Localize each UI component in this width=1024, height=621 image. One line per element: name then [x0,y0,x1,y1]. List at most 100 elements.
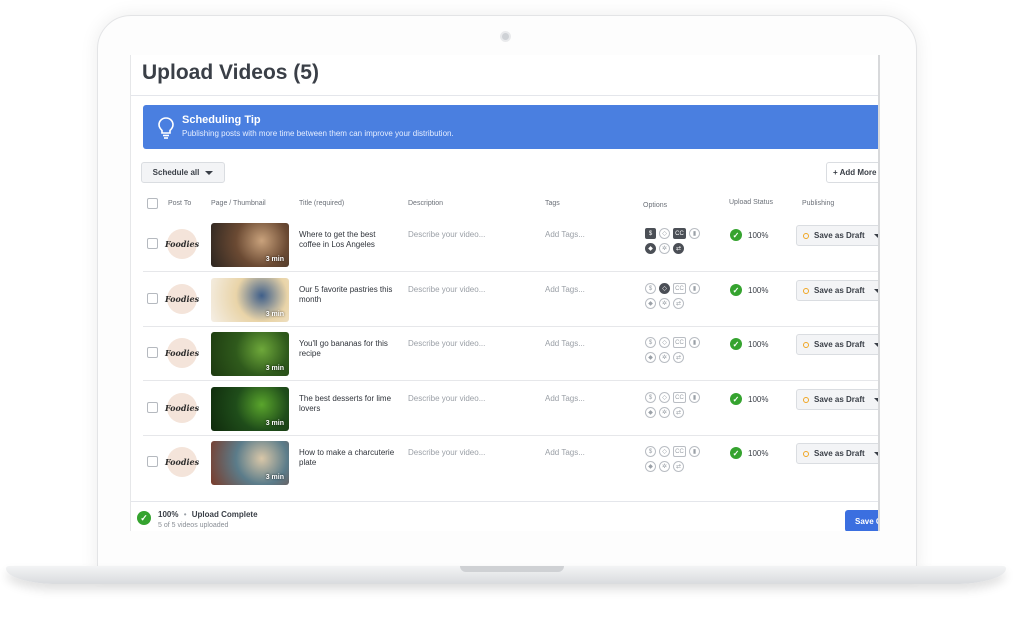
row-checkbox[interactable] [147,456,158,467]
shield-icon[interactable]: ◇ [659,228,670,239]
upload-percent: 100% [748,339,769,349]
monetize-icon[interactable]: $ [645,228,656,239]
video-thumbnail[interactable]: 3 min [211,441,289,485]
save-changes-label: Save Changes [855,516,878,526]
tag-icon[interactable]: ◆ [645,352,656,363]
video-thumbnail[interactable]: 3 min [211,332,289,376]
footer-separator: • [183,510,187,519]
options-group: $ ◇ CC ▮ ◆ ✲ ⇄ [645,392,700,424]
shield-icon[interactable]: ◇ [659,337,670,348]
lightbulb-icon [158,117,174,139]
column-upload-status: Upload Status [729,199,773,206]
upload-percent: 100% [748,285,769,295]
save-changes-button[interactable]: Save Changes [845,510,878,531]
settings-icon[interactable]: ✲ [659,352,670,363]
settings-icon[interactable]: ✲ [659,243,670,254]
settings-icon[interactable]: ✲ [659,298,670,309]
shield-icon[interactable]: ◇ [659,392,670,403]
page-avatar[interactable]: Foodies [165,393,199,423]
upload-status: ✓ 100% [730,447,768,459]
monetize-icon[interactable]: $ [645,337,656,348]
monetize-icon[interactable]: $ [645,392,656,403]
description-input[interactable]: Describe your video... [408,394,485,403]
column-page-thumbnail: Page / Thumbnail [211,200,266,207]
save-as-draft-dropdown[interactable]: Save as Draft [796,334,878,355]
page-avatar[interactable]: Foodies [165,338,199,368]
tag-icon[interactable]: ◆ [645,298,656,309]
tags-input[interactable]: Add Tags... [545,285,585,294]
video-title[interactable]: Where to get the best coffee in Los Ange… [299,230,395,250]
insights-icon[interactable]: ▮ [689,446,700,457]
shield-icon[interactable]: ◇ [659,446,670,457]
tag-icon[interactable]: ◆ [645,461,656,472]
monetize-icon[interactable]: $ [645,283,656,294]
options-group: $ ◇ CC ▮ ◆ ✲ ⇄ [645,228,700,260]
video-thumbnail[interactable]: 3 min [211,387,289,431]
crosspost-icon[interactable]: ⇄ [673,407,684,418]
video-duration: 3 min [265,311,284,318]
insights-icon[interactable]: ▮ [689,337,700,348]
select-all-checkbox[interactable] [147,198,158,209]
video-thumbnail[interactable]: 3 min [211,278,289,322]
settings-icon[interactable]: ✲ [659,461,670,472]
upload-status: ✓ 100% [730,338,768,350]
captions-icon[interactable]: CC [673,337,686,348]
row-checkbox[interactable] [147,347,158,358]
tags-input[interactable]: Add Tags... [545,448,585,457]
video-title[interactable]: How to make a charcuterie plate [299,448,395,468]
description-input[interactable]: Describe your video... [408,448,485,457]
page-avatar[interactable]: Foodies [165,447,199,477]
insights-icon[interactable]: ▮ [689,283,700,294]
row-checkbox[interactable] [147,402,158,413]
video-duration: 3 min [265,256,284,263]
save-as-draft-dropdown[interactable]: Save as Draft [796,443,878,464]
row-checkbox[interactable] [147,238,158,249]
check-icon: ✓ [730,338,742,350]
check-icon: ✓ [730,284,742,296]
page-avatar[interactable]: Foodies [165,284,199,314]
crosspost-icon[interactable]: ⇄ [673,461,684,472]
monetize-icon[interactable]: $ [645,446,656,457]
video-title[interactable]: The best desserts for lime lovers [299,394,395,414]
table-row: Foodies 3 min Where to get the best coff… [143,218,878,272]
save-as-draft-dropdown[interactable]: Save as Draft [796,225,878,246]
options-group: $ ◇ CC ▮ ◆ ✲ ⇄ [645,283,700,315]
captions-icon[interactable]: CC [673,392,686,403]
save-as-draft-dropdown[interactable]: Save as Draft [796,280,878,301]
description-input[interactable]: Describe your video... [408,285,485,294]
crosspost-icon[interactable]: ⇄ [673,243,684,254]
captions-icon[interactable]: CC [673,446,686,457]
description-input[interactable]: Describe your video... [408,230,485,239]
page-avatar[interactable]: Foodies [165,229,199,259]
chevron-down-icon [205,170,214,175]
footer-status-text: Upload Complete [191,510,258,519]
tags-input[interactable]: Add Tags... [545,230,585,239]
video-title[interactable]: Our 5 favorite pastries this month [299,285,395,305]
description-input[interactable]: Describe your video... [408,339,485,348]
schedule-all-button[interactable]: Schedule all [141,162,225,183]
row-checkbox[interactable] [147,293,158,304]
video-thumbnail[interactable]: 3 min [211,223,289,267]
add-more-label: + Add More [833,168,877,177]
tags-input[interactable]: Add Tags... [545,394,585,403]
crosspost-icon[interactable]: ⇄ [673,298,684,309]
check-icon: ✓ [730,393,742,405]
add-more-button[interactable]: + Add More [826,162,878,183]
settings-icon[interactable]: ✲ [659,407,670,418]
insights-icon[interactable]: ▮ [689,392,700,403]
captions-icon[interactable]: CC [673,283,686,294]
save-as-draft-dropdown[interactable]: Save as Draft [796,389,878,410]
video-title[interactable]: You'll go bananas for this recipe [299,339,395,359]
captions-icon[interactable]: CC [673,228,686,239]
insights-icon[interactable]: ▮ [689,228,700,239]
check-icon: ✓ [137,511,151,525]
tag-icon[interactable]: ◆ [645,407,656,418]
tag-icon[interactable]: ◆ [645,243,656,254]
publish-label: Save as Draft [814,231,865,240]
publish-label: Save as Draft [814,340,865,349]
shield-icon[interactable]: ◇ [659,283,670,294]
crosspost-icon[interactable]: ⇄ [673,352,684,363]
tags-input[interactable]: Add Tags... [545,339,585,348]
table-row: Foodies 3 min Our 5 favorite pastries th… [143,273,878,327]
upload-count: 5 of 5 videos uploaded [158,522,229,529]
